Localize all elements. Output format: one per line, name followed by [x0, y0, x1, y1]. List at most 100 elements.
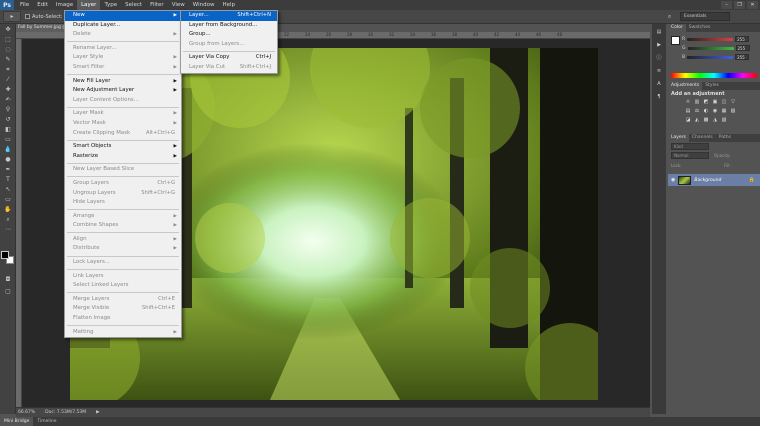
- character-panel-icon[interactable]: A: [653, 79, 665, 89]
- menu-edit[interactable]: Edit: [33, 0, 52, 10]
- adjustment-icon[interactable]: ▽: [729, 99, 737, 106]
- adjustment-icon[interactable]: ▤: [684, 108, 692, 115]
- menu-item-new-adjustment-layer[interactable]: New Adjustment Layer ▶: [65, 86, 181, 96]
- color-slider-r[interactable]: R 255: [682, 36, 750, 42]
- adjustment-icon[interactable]: ◭: [693, 117, 701, 124]
- slider-track[interactable]: [687, 55, 734, 59]
- hand-tool-icon[interactable]: ✋: [1, 205, 15, 214]
- channel-value[interactable]: 255: [735, 54, 750, 60]
- dodge-tool-icon[interactable]: ●: [1, 155, 15, 164]
- close-icon[interactable]: ✕: [747, 1, 758, 9]
- pen-tool-icon[interactable]: ✒: [1, 165, 15, 174]
- adjustment-icon[interactable]: ▨: [720, 117, 728, 124]
- history-brush-icon[interactable]: ↺: [1, 115, 15, 124]
- lasso-tool-icon[interactable]: ◌: [1, 45, 15, 54]
- move-tool-icon[interactable]: ✥: [1, 25, 15, 34]
- adjustment-icon[interactable]: ◮: [711, 117, 719, 124]
- blend-mode-select[interactable]: Normal: [671, 152, 709, 159]
- gradient-tool-icon[interactable]: ▭: [1, 135, 15, 144]
- tab-paths[interactable]: Paths: [716, 134, 734, 142]
- type-tool-icon[interactable]: T: [1, 175, 15, 184]
- channel-value[interactable]: 255: [735, 36, 750, 42]
- menu-file[interactable]: File: [16, 0, 33, 10]
- brush-tool-icon[interactable]: ✍: [1, 95, 15, 104]
- submenu-item-layer-via-copy[interactable]: Layer Via Copy Ctrl+J: [181, 53, 277, 63]
- menu-item-duplicate-layer[interactable]: Duplicate Layer...: [65, 21, 181, 31]
- tab-styles[interactable]: Styles: [702, 82, 722, 90]
- tab-timeline[interactable]: Timeline: [33, 417, 60, 426]
- menu-window[interactable]: Window: [189, 0, 219, 10]
- menu-item-new-fill-layer[interactable]: New Fill Layer ▶: [65, 77, 181, 87]
- search-icon[interactable]: ⌕: [665, 12, 674, 21]
- tab-mini-bridge[interactable]: Mini Bridge: [0, 417, 34, 426]
- foreground-background-colors[interactable]: [1, 251, 15, 265]
- healing-brush-icon[interactable]: ✚: [1, 85, 15, 94]
- menu-image[interactable]: Image: [52, 0, 77, 10]
- actions-panel-icon[interactable]: ▶: [653, 40, 665, 50]
- tab-adjustments[interactable]: Adjustments: [668, 82, 703, 90]
- crop-tool-icon[interactable]: ⌗: [1, 65, 15, 74]
- menu-filter[interactable]: Filter: [146, 0, 168, 10]
- color-fg-swatch[interactable]: [671, 36, 680, 45]
- menu-select[interactable]: Select: [121, 0, 146, 10]
- submenu-item-layer[interactable]: Layer... Shift+Ctrl+N: [181, 11, 277, 21]
- clone-stamp-icon[interactable]: ⚲: [1, 105, 15, 114]
- menu-type[interactable]: Type: [100, 0, 121, 10]
- screen-mode-icon[interactable]: ▢: [1, 287, 15, 296]
- quick-select-tool-icon[interactable]: ✎: [1, 55, 15, 64]
- adjustment-icon[interactable]: ⚖: [693, 108, 701, 115]
- slider-track[interactable]: [687, 46, 734, 50]
- foreground-color-swatch[interactable]: [1, 251, 9, 259]
- visibility-eye-icon[interactable]: ◉: [671, 177, 675, 183]
- history-panel-icon[interactable]: ▤: [653, 27, 665, 37]
- adjustment-icon[interactable]: ◩: [702, 99, 710, 106]
- zoom-tool-icon[interactable]: ⌕: [1, 215, 15, 224]
- layer-filter-kind[interactable]: Kind: [671, 143, 709, 150]
- more-tools-icon[interactable]: ⋯: [1, 225, 15, 234]
- document-tab[interactable]: Fall by Summer.jpg @ 66.7% (RGB/8): [16, 24, 64, 32]
- channel-value[interactable]: 255: [735, 45, 750, 51]
- adjustment-icon[interactable]: ◪: [684, 117, 692, 124]
- info-panel-icon[interactable]: ⓘ: [653, 53, 665, 63]
- menu-item-smart-objects[interactable]: Smart Objects ▶: [65, 142, 181, 152]
- menu-layer[interactable]: Layer: [77, 0, 101, 10]
- status-arrow-icon[interactable]: ▶: [96, 410, 99, 415]
- color-slider-g[interactable]: G 255: [682, 45, 750, 51]
- tab-layers[interactable]: Layers: [668, 134, 689, 142]
- layer-row-background[interactable]: ◉ Background 🔒: [668, 174, 760, 186]
- adjustment-icon[interactable]: ◫: [720, 99, 728, 106]
- blur-tool-icon[interactable]: 💧: [1, 145, 15, 154]
- path-select-icon[interactable]: ↖: [1, 185, 15, 194]
- move-tool-preset-icon[interactable]: ▸: [3, 11, 21, 22]
- layer-name[interactable]: Background: [694, 178, 721, 183]
- adjustment-icon[interactable]: ▧: [729, 108, 737, 115]
- adjustment-icon[interactable]: ▩: [702, 117, 710, 124]
- menu-help[interactable]: Help: [218, 0, 239, 10]
- minimize-icon[interactable]: –: [721, 1, 732, 9]
- adjustment-icon[interactable]: ▦: [720, 108, 728, 115]
- color-spectrum-bar[interactable]: [671, 73, 757, 78]
- adjustment-icon[interactable]: ◐: [702, 108, 710, 115]
- menu-view[interactable]: View: [168, 0, 189, 10]
- properties-panel-icon[interactable]: ≡: [653, 66, 665, 76]
- shape-tool-icon[interactable]: ▭: [1, 195, 15, 204]
- adjustment-icon[interactable]: ▥: [693, 99, 701, 106]
- tab-swatches[interactable]: Swatches: [686, 24, 714, 32]
- submenu-item-layer-from-background[interactable]: Layer from Background...: [181, 21, 277, 31]
- color-slider-b[interactable]: B 255: [682, 54, 750, 60]
- restore-icon[interactable]: ❐: [734, 1, 745, 9]
- eyedropper-tool-icon[interactable]: ⁄: [1, 75, 15, 84]
- document-info[interactable]: Doc: 7.53M/7.53M: [45, 410, 86, 415]
- zoom-level[interactable]: 66.67%: [18, 410, 35, 415]
- paragraph-panel-icon[interactable]: ¶: [653, 92, 665, 102]
- slider-track[interactable]: [687, 37, 734, 41]
- marquee-tool-icon[interactable]: ⬚: [1, 35, 15, 44]
- submenu-item-group[interactable]: Group...: [181, 30, 277, 40]
- tab-color[interactable]: Color: [668, 24, 686, 32]
- menu-item-rasterize[interactable]: Rasterize ▶: [65, 152, 181, 162]
- menu-item-new[interactable]: New ▶: [65, 11, 181, 21]
- eraser-tool-icon[interactable]: ◧: [1, 125, 15, 134]
- adjustment-icon[interactable]: ◉: [711, 108, 719, 115]
- workspace-switcher[interactable]: Essentials: [680, 12, 730, 21]
- adjustment-icon[interactable]: ☼: [684, 99, 692, 106]
